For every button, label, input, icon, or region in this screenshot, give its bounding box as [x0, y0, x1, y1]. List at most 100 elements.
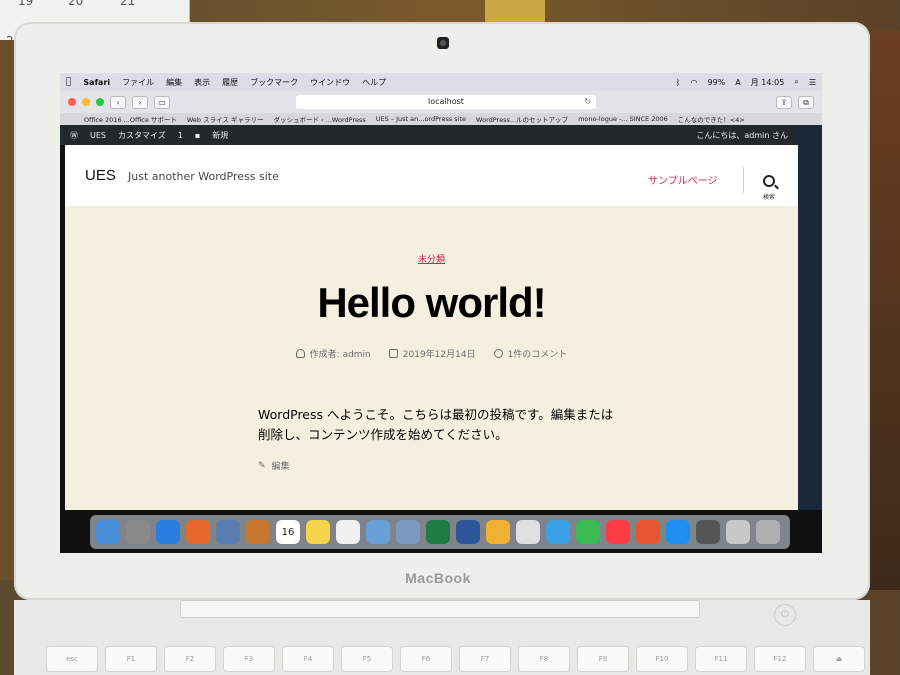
post-title[interactable]: Hello world!: [65, 279, 798, 327]
dock-app-icon[interactable]: [726, 520, 750, 544]
zoom-button[interactable]: [96, 98, 104, 106]
wordpress-icon[interactable]: Ⓦ: [70, 130, 78, 141]
post-body: WordPress へようこそ。こちらは最初の投稿です。編集または削除し、コンテ…: [258, 407, 614, 442]
search-icon[interactable]: [763, 175, 775, 187]
dock-app-icon[interactable]: [666, 520, 690, 544]
power-button[interactable]: ⏻: [774, 604, 796, 626]
dock-app-icon[interactable]: [516, 520, 540, 544]
dock-app-icon[interactable]: [306, 520, 330, 544]
bookmark-item[interactable]: Office 2016 ...Office サポート: [84, 114, 177, 124]
admin-site-link[interactable]: UES: [90, 131, 106, 140]
comment-icon[interactable]: ▪: [195, 131, 200, 140]
dock-app-icon[interactable]: [546, 520, 570, 544]
dock-app-icon[interactable]: [96, 520, 120, 544]
keyboard-key[interactable]: F1: [105, 646, 157, 672]
close-button[interactable]: [68, 98, 76, 106]
dock-app-icon[interactable]: [396, 520, 420, 544]
tabs-icon[interactable]: ⧉: [798, 95, 814, 109]
mac-dock: 16: [90, 515, 790, 549]
keyboard-key[interactable]: F2: [164, 646, 216, 672]
search-icon[interactable]: ⌕: [794, 77, 798, 87]
menu-history[interactable]: 履歴: [222, 77, 238, 88]
dock-app-icon[interactable]: [696, 520, 720, 544]
search-label[interactable]: 検索: [763, 192, 775, 201]
dock-app-icon[interactable]: [486, 520, 510, 544]
dock-app-icon[interactable]: [426, 520, 450, 544]
battery-percent[interactable]: 99%: [707, 78, 725, 87]
keyboard-key[interactable]: F11: [695, 646, 747, 672]
menu-file[interactable]: ファイル: [122, 77, 154, 88]
keyboard-key[interactable]: F6: [400, 646, 452, 672]
menu-bookmarks[interactable]: ブックマーク: [250, 77, 298, 88]
post-comments[interactable]: 1件のコメント: [493, 347, 567, 360]
site-header: UES Just another WordPress site サンプルページ …: [65, 145, 798, 207]
dock-app-icon[interactable]: [216, 520, 240, 544]
wp-admin-bar: Ⓦ UES カスタマイズ 1 ▪ 新規 こんにちは、admin さん: [60, 125, 798, 145]
nav-sample-page[interactable]: サンプルページ: [648, 172, 718, 187]
menu-status-area: ᛒ ◠ 99% A 月 14:05 ⌕ ☰: [676, 77, 816, 88]
bookmark-item[interactable]: WordPress...ルのセットアップ: [476, 114, 568, 124]
keyboard-key[interactable]: esc: [46, 646, 98, 672]
admin-new-link[interactable]: 新規: [212, 130, 228, 141]
forward-button[interactable]: ›: [132, 95, 148, 109]
header-divider: [743, 167, 744, 193]
menu-clock[interactable]: 月 14:05: [751, 77, 785, 88]
site-title[interactable]: UES: [85, 167, 116, 184]
apple-icon[interactable]: : [66, 77, 71, 87]
bluetooth-icon[interactable]: ᛒ: [676, 78, 681, 87]
dock-app-icon[interactable]: [456, 520, 480, 544]
input-source[interactable]: A: [735, 78, 740, 87]
back-button[interactable]: ‹: [110, 95, 126, 109]
bookmark-item[interactable]: mono-logue -... SINCE 2006: [578, 115, 668, 123]
reload-icon[interactable]: ↻: [584, 95, 591, 109]
menu-app-name[interactable]: Safari: [83, 78, 110, 87]
keyboard-key[interactable]: F8: [518, 646, 570, 672]
keyboard-key[interactable]: F4: [282, 646, 334, 672]
webcam: [437, 37, 449, 49]
sidebar-icon[interactable]: ▭: [154, 95, 170, 109]
dock-app-icon[interactable]: [366, 520, 390, 544]
address-bar[interactable]: localhost ↻: [296, 95, 596, 109]
calendar-day: 20: [68, 0, 84, 8]
keyboard-key[interactable]: F10: [636, 646, 688, 672]
dock-app-icon[interactable]: [576, 520, 600, 544]
dock-app-icon[interactable]: [756, 520, 780, 544]
post-author[interactable]: 作成者: admin: [295, 347, 371, 360]
keyboard-key[interactable]: F7: [459, 646, 511, 672]
post-category[interactable]: 未分類: [65, 252, 798, 265]
keyboard-key[interactable]: F5: [341, 646, 393, 672]
dock-app-icon[interactable]: [246, 520, 270, 544]
bookmark-item[interactable]: ダッシュボード ‹ ...WordPress: [274, 114, 366, 124]
calendar-icon[interactable]: 16: [276, 520, 300, 544]
menu-help[interactable]: ヘルプ: [362, 77, 386, 88]
minimize-button[interactable]: [82, 98, 90, 106]
photo-scene: 19 20 21 27  Safari ファイル 編集 表示 履歴 ブックマー…: [0, 0, 900, 675]
bookmark-item[interactable]: Web スライス ギャラリー: [187, 114, 264, 124]
keyboard-key[interactable]: F9: [577, 646, 629, 672]
dock-app-icon[interactable]: [336, 520, 360, 544]
bookmark-item[interactable]: こんなのできた！<4>: [678, 114, 745, 124]
dock-app-icon[interactable]: [156, 520, 180, 544]
post-edit-link[interactable]: ✎ 編集: [258, 459, 290, 473]
keyboard-key[interactable]: F12: [754, 646, 806, 672]
dock-app-icon[interactable]: [636, 520, 660, 544]
dock-app-icon[interactable]: [606, 520, 630, 544]
admin-greeting[interactable]: こんにちは、admin さん: [696, 130, 788, 141]
bookmark-item[interactable]: UES – Just an...ordPress site: [376, 115, 466, 123]
admin-customize-link[interactable]: カスタマイズ: [118, 130, 166, 141]
menu-edit[interactable]: 編集: [166, 77, 182, 88]
dock-app-icon[interactable]: [126, 520, 150, 544]
bookmarks-bar: Office 2016 ...Office サポート Web スライス ギャラリ…: [60, 113, 822, 125]
edit-label: 編集: [271, 462, 290, 472]
menu-view[interactable]: 表示: [194, 77, 210, 88]
keyboard-key[interactable]: F3: [223, 646, 275, 672]
menu-window[interactable]: ウインドウ: [310, 77, 350, 88]
list-icon[interactable]: ☰: [809, 78, 816, 87]
post-date[interactable]: 2019年12月14日: [388, 347, 476, 360]
wifi-icon[interactable]: ◠: [690, 78, 697, 87]
dock-app-icon[interactable]: [186, 520, 210, 544]
share-icon[interactable]: ⇪: [776, 95, 792, 109]
keyboard-key[interactable]: ⏏: [813, 646, 865, 672]
admin-updates-count[interactable]: 1: [178, 131, 183, 140]
calendar-day: 21: [120, 0, 136, 8]
